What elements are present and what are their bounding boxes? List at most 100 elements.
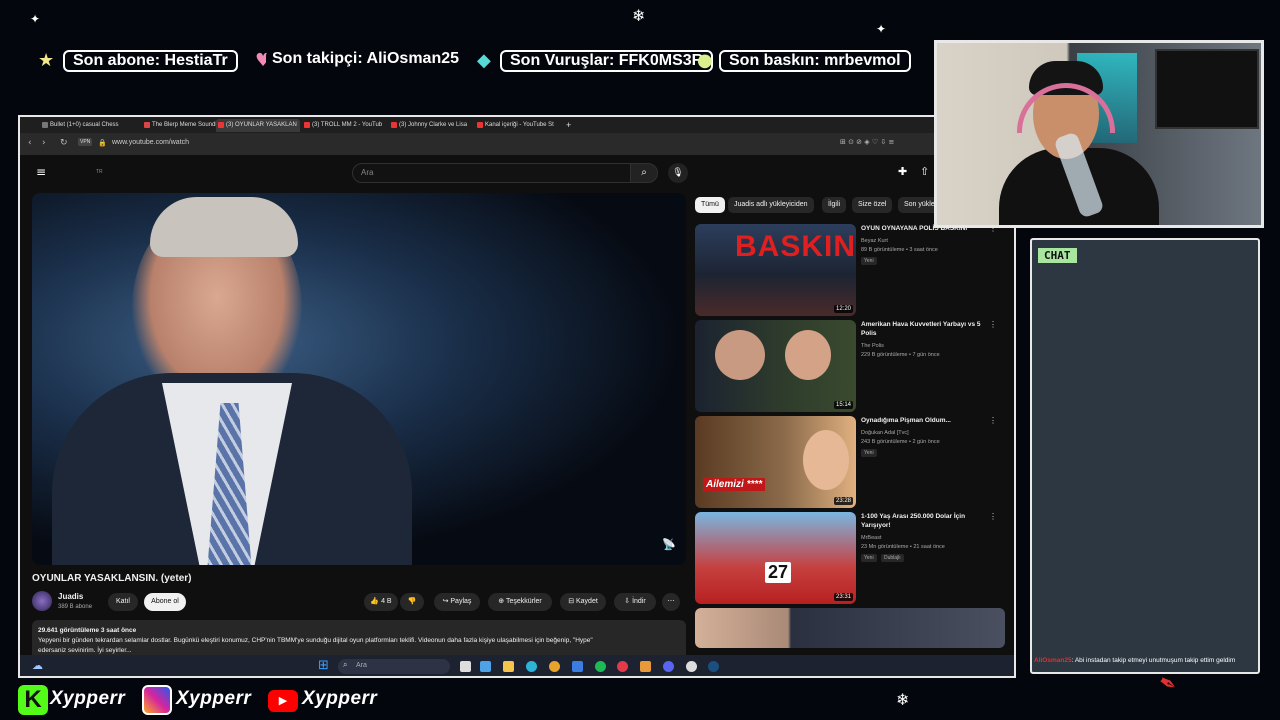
chat-box: CHAT AliOsman25: Abi instadan takip etme… [1030,238,1260,674]
snowflake-icon: ❄ [632,6,646,25]
more-options-icon[interactable]: ⋮ [989,320,997,329]
video-channel: MrBeast [861,535,882,541]
back-icon[interactable]: ‹ [28,138,32,148]
more-options-icon[interactable]: ⋮ [989,416,997,425]
video-thumbnail[interactable]: BASKIN 12:20 [695,224,856,316]
youtube-icon: ▶ [268,690,298,712]
thumbnail-person [803,430,849,490]
like-button[interactable]: 👍 4 B [364,593,398,611]
subscribe-button[interactable]: Abone ol [144,593,186,611]
recommended-video[interactable]: 15:14 Amerikan Hava Kuvvetleri Yarbayı v… [695,320,1005,412]
lock-icon[interactable]: 🔒 [98,139,107,147]
obs-icon[interactable] [686,661,697,672]
thumbnail-text: 27 [765,562,792,583]
forward-icon[interactable]: › [42,138,46,148]
start-icon[interactable]: ⊞ [318,658,329,673]
bookmark-icon: ⊟ [568,598,576,605]
webcam-tv [1155,49,1259,129]
create-icon[interactable]: ✚ [898,165,907,178]
taskbar-search-input[interactable]: ⌕ Ara [338,659,450,674]
youtube-header: ≡ TR Ara ⌕ 🎙 ✚ ⇧ [20,155,1014,191]
thumbs-up-icon: 👍 [370,598,382,605]
more-actions-button[interactable]: ⋯ [662,593,680,611]
more-options-icon[interactable]: ⋮ [989,512,997,521]
chat-text: : Abi instadan takip etmeyi unutmuşum ta… [1071,657,1236,664]
chip-all[interactable]: Tümü [695,197,725,213]
discord-icon[interactable] [663,661,674,672]
coin-icon: ● [697,50,713,71]
recommended-video[interactable]: Ailemizi **** 23:28 Oynadığıma Pişman Ol… [695,416,1005,508]
thumbs-down-icon: 👎 [407,598,417,605]
browser-tab[interactable]: (3) Johnny Clarke ve Lisa [389,119,474,132]
menu-icon[interactable]: ≡ [36,165,46,179]
microphone-button[interactable]: 🎙 [668,163,688,183]
task-view-icon[interactable] [460,661,471,672]
share-button[interactable]: ↪ Paylaş [434,593,480,611]
browser-tab[interactable]: (3) TROLL MM 2 - YouTub [302,119,388,132]
browser-tab-active[interactable]: (3) OYUNLAR YASAKLAN [216,119,300,132]
video-title: Amerikan Hava Kuvvetleri Yarbayı vs 5 Po… [861,321,981,337]
video-duration: 15:14 [833,401,853,409]
browser-window: Bullet (1+0) casual Chess The Blerp Meme… [18,115,1016,678]
recommended-video[interactable]: 27 23:31 1-100 Yaş Arası 250.000 Dolar İ… [695,512,1005,604]
youtube-handle: Xypperr [302,688,378,709]
taskbar-search-placeholder: Ara [356,662,367,669]
tab-label: (3) Johnny Clarke ve Lisa [399,122,468,128]
youtube-logo-region: TR [96,169,103,175]
app-icon[interactable] [640,661,651,672]
thanks-icon: ⊕ [498,598,506,605]
steam-icon[interactable] [708,661,719,672]
last-subscriber: Son abone: HestiaTr [63,50,238,72]
browser-tab[interactable]: Kanal içeriği - YouTube St [475,119,563,132]
video-thumbnail[interactable]: Ailemizi **** 23:28 [695,416,856,508]
file-explorer-icon[interactable] [503,661,514,672]
recommended-video[interactable]: BASKIN 12:20 OYUN OYNAYANA POLİS BASKINI… [695,224,1005,316]
weather-icon[interactable]: ☁ [32,659,43,672]
thanks-button[interactable]: ⊕ Teşekkürler [488,593,552,611]
join-button[interactable]: Katıl [108,593,138,611]
dislike-button[interactable]: 👎 [400,593,424,611]
video-duration: 12:20 [833,305,853,313]
subscriber-count: 389 B abone [58,604,93,610]
tab-bar: Bullet (1+0) casual Chess The Blerp Meme… [20,117,1014,133]
download-icon: ⇩ [624,598,633,605]
url-field[interactable]: www.youtube.com/watch [112,139,189,146]
extensions-icon[interactable]: ⊞ ⊙ ⊘ ◈ ♡ ⇩ ≡ [840,138,894,146]
video-thumbnail[interactable]: 27 23:31 [695,512,856,604]
upload-icon[interactable]: ⇧ [920,165,929,178]
chip-from-uploader[interactable]: Juadis adlı yükleyiciden [728,197,814,213]
chrome-icon[interactable] [549,661,560,672]
chip-related[interactable]: İlgili [822,197,847,213]
browser-tab[interactable]: Bullet (1+0) casual Chess [40,119,138,132]
dubbed-badge: Dublajlı [881,554,904,562]
edge-icon[interactable] [526,661,537,672]
tab-label: The Blerp Meme Soundbo [152,122,223,128]
thanks-label: Teşekkürler [505,598,542,605]
opera-icon[interactable] [617,661,628,672]
description-text: Yepyeni bir günden tekrardan selamlar do… [38,637,593,644]
widgets-icon[interactable] [480,661,491,672]
download-button[interactable]: ⇩ İndir [614,593,656,611]
chat-username: AliOsman25 [1034,657,1072,664]
channel-name[interactable]: Juadis [58,592,83,601]
address-bar: ‹ › ↻ VPN 🔒 www.youtube.com/watch ⊞ ⊙ ⊘ … [20,133,1014,155]
video-player[interactable]: 📡 [32,193,686,565]
search-button[interactable]: ⌕ [630,163,658,183]
video-thumbnail[interactable]: 15:14 [695,320,856,412]
channel-avatar[interactable] [32,591,52,611]
save-button[interactable]: ⊟ Kaydet [560,593,606,611]
spotify-icon[interactable] [595,661,606,672]
views-and-time: 29.641 görüntüleme 3 saat önce [38,627,137,634]
sparkle-icon: ✦ [876,22,887,36]
vpn-badge[interactable]: VPN [78,138,93,146]
save-label: Kaydet [576,598,598,605]
video-title: Oynadığıma Pişman Oldum... [861,417,951,424]
reload-icon[interactable]: ↻ [60,138,68,148]
recommended-video-partial[interactable] [695,608,1005,648]
new-tab-button[interactable]: + [564,119,576,132]
thumbnail-text: Ailemizi **** [703,478,766,491]
mail-icon[interactable] [572,661,583,672]
video-description[interactable]: 29.641 görüntüleme 3 saat önce Yepyeni b… [32,620,686,660]
chip-for-you[interactable]: Size özel [852,197,893,213]
search-input[interactable]: Ara [352,163,644,183]
